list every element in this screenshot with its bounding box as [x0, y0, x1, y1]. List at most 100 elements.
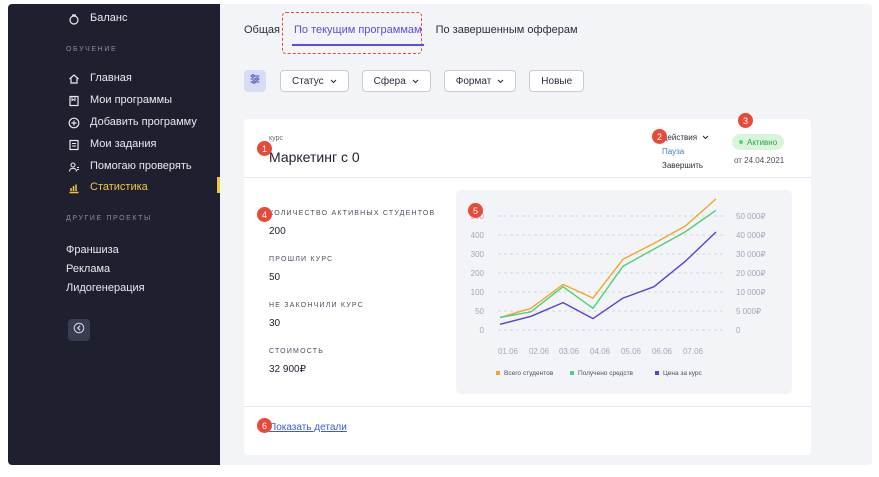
stat-value-completed: 50: [269, 272, 281, 283]
show-details-link[interactable]: Показать детали: [269, 422, 347, 433]
course-card: курс Маркетинг с 0 Действия Пауза Заверш…: [244, 119, 811, 455]
filter-settings-button[interactable]: [244, 70, 266, 92]
y-tick-label-right: 5 000₽: [736, 307, 761, 316]
line-chart: 50050 000₽40040 000₽30030 000₽20020 000₽…: [456, 190, 792, 394]
course-kicker: курс: [269, 135, 283, 142]
legend-label: Получено средств: [578, 370, 634, 377]
stat-value-not-finished: 30: [269, 318, 281, 329]
sidebar-section-learning: ОБУЧЕНИЕ: [66, 46, 118, 53]
status-label: Активно: [747, 137, 778, 147]
sphere-filter-button[interactable]: Сфера: [361, 70, 431, 92]
marker-3: 3: [738, 113, 753, 128]
chevron-down-icon: [412, 76, 419, 87]
series-line: [499, 198, 717, 319]
tab-current-programs[interactable]: По текущим программам: [291, 24, 424, 46]
chart-svg: 50050 000₽40040 000₽30030 000₽20020 000₽…: [471, 198, 766, 377]
action-pause[interactable]: Пауза: [659, 145, 721, 159]
x-tick-label: 05.06: [621, 347, 642, 356]
sidebar-item-balance[interactable]: Баланс: [90, 12, 127, 24]
stat-label-active-students: КОЛИЧЕСТВО АКТИВНЫХ СТУДЕНТОВ: [269, 210, 436, 217]
y-tick-label-right: 40 000₽: [736, 231, 766, 240]
y-tick-label-right: 30 000₽: [736, 250, 766, 259]
x-tick-label: 06.06: [652, 347, 673, 356]
status-filter-button[interactable]: Статус: [280, 70, 349, 92]
sidebar: Баланс ОБУЧЕНИЕ Главная Мои программы До…: [8, 4, 220, 465]
y-tick-label-left: 0: [480, 326, 485, 335]
stat-label-price: СТОИМОСТЬ: [269, 348, 325, 355]
x-tick-label: 01.06: [498, 347, 519, 356]
sphere-filter-label: Сфера: [373, 75, 406, 87]
collapse-sidebar-button[interactable]: [68, 319, 90, 341]
y-tick-label-left: 300: [471, 250, 485, 259]
stat-label-completed: ПРОШЛИ КУРС: [269, 256, 334, 263]
status-dot-icon: [739, 140, 743, 144]
new-filter-button[interactable]: Новые: [529, 70, 585, 92]
sidebar-item-franchise[interactable]: Франшиза: [66, 244, 119, 256]
sidebar-item-add-program[interactable]: Добавить программу: [90, 116, 197, 128]
wallet-icon: [68, 12, 80, 25]
marker-2: 2: [652, 129, 667, 144]
tasks-icon: [68, 138, 80, 151]
legend-label: Цена за курс: [663, 370, 703, 377]
status-filter-label: Статус: [292, 75, 324, 87]
users-icon: [68, 160, 80, 172]
chevron-left-icon: [73, 321, 85, 339]
marker-1: 1: [257, 141, 272, 156]
chevron-down-icon: [702, 133, 709, 142]
x-tick-label: 02.06: [529, 347, 550, 356]
y-tick-label-right: 20 000₽: [736, 269, 766, 278]
stat-value-price: 32 900₽: [269, 364, 306, 375]
y-tick-label-left: 100: [471, 288, 485, 297]
status-date: от 24.04.2021: [734, 156, 785, 165]
stats-icon: [68, 181, 80, 194]
legend-label: Всего студентов: [504, 370, 554, 377]
marker-5: 5: [468, 203, 483, 218]
legend-swatch: [570, 371, 574, 375]
actions-label: Действия: [662, 133, 698, 142]
x-tick-label: 03.06: [559, 347, 580, 356]
x-tick-label: 04.06: [590, 347, 611, 356]
marker-6: 6: [257, 418, 272, 433]
sidebar-item-ads[interactable]: Реклама: [66, 263, 110, 275]
divider: [244, 177, 811, 178]
format-filter-button[interactable]: Формат: [443, 70, 517, 92]
sidebar-section-other: ДРУГИЕ ПРОЕКТЫ: [66, 215, 152, 222]
marker-4: 4: [257, 207, 272, 222]
legend-swatch: [496, 371, 500, 375]
legend-swatch: [655, 371, 659, 375]
sidebar-item-leadgen[interactable]: Лидогенерация: [66, 282, 145, 294]
tab-completed-offers[interactable]: По завершенным офферам: [436, 24, 578, 36]
sidebar-item-home[interactable]: Главная: [90, 72, 132, 84]
divider: [244, 406, 811, 407]
y-tick-label-left: 50: [475, 307, 484, 316]
status-badge: Активно: [732, 134, 785, 150]
y-tick-label-left: 400: [471, 231, 485, 240]
y-tick-label-right: 10 000₽: [736, 288, 766, 297]
actions-dropdown: Действия Пауза Завершить: [659, 131, 721, 175]
plus-circle-icon: [68, 116, 80, 129]
sidebar-item-my-tasks[interactable]: Мои задания: [90, 138, 156, 150]
sidebar-item-my-programs[interactable]: Мои программы: [90, 94, 172, 106]
stat-value-active-students: 200: [269, 226, 286, 237]
format-filter-label: Формат: [455, 75, 492, 87]
main-content: Общая По текущим программам По завершенн…: [220, 4, 872, 465]
filter-bar: Статус Сфера Формат Новые: [244, 70, 597, 92]
tab-general[interactable]: Общая: [244, 24, 280, 36]
chevron-down-icon: [497, 76, 504, 87]
sliders-icon: [249, 72, 261, 90]
y-tick-label-left: 200: [471, 269, 485, 278]
stat-label-not-finished: НЕ ЗАКОНЧИЛИ КУРС: [269, 302, 364, 309]
x-tick-label: 07.06: [683, 347, 704, 356]
sidebar-item-statistics[interactable]: Статистика: [90, 181, 148, 193]
app-window: Баланс ОБУЧЕНИЕ Главная Мои программы До…: [8, 4, 872, 465]
y-tick-label-right: 0: [736, 326, 741, 335]
sidebar-item-help-check[interactable]: Помогаю проверять: [90, 160, 192, 172]
tab-bar: Общая По текущим программам По завершенн…: [244, 24, 592, 46]
bookmark-icon: [68, 94, 80, 107]
y-tick-label-right: 50 000₽: [736, 212, 766, 221]
chevron-down-icon: [330, 76, 337, 87]
course-title: Маркетинг с 0: [269, 149, 360, 165]
home-icon: [68, 72, 80, 84]
action-finish[interactable]: Завершить: [659, 159, 721, 173]
actions-button[interactable]: Действия: [659, 131, 721, 145]
